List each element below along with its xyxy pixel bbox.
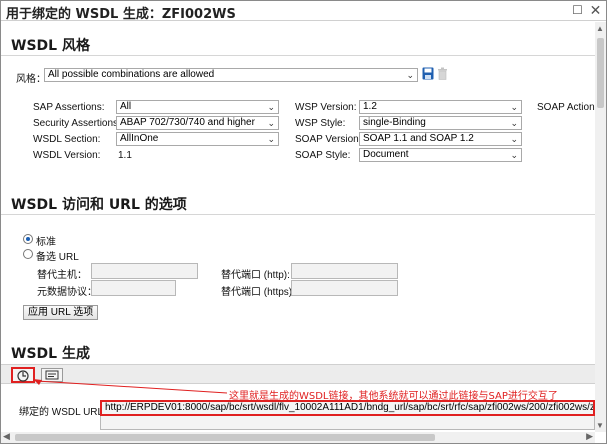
chevron-down-icon: ⌄ xyxy=(510,134,518,144)
style-select[interactable]: All possible combinations are allowed ⌄ xyxy=(44,68,418,82)
wsp-version-value: 1.2 xyxy=(363,101,377,112)
scroll-down-icon[interactable]: ▼ xyxy=(596,421,604,430)
alt-host-label: 替代主机： xyxy=(37,270,87,281)
scroll-up-icon[interactable]: ▲ xyxy=(596,24,604,33)
horizontal-scroll-thumb[interactable] xyxy=(15,434,435,441)
sap-assertions-select[interactable]: All ⌄ xyxy=(116,100,279,114)
wsp-style-label: WSP Style: xyxy=(295,118,346,129)
title-bar: 用于绑定的 WSDL 生成：ZFI002WS ☐ ✕ xyxy=(1,1,606,22)
chevron-down-icon: ⌄ xyxy=(406,70,414,80)
wsp-style-select[interactable]: single-Binding ⌄ xyxy=(359,116,522,130)
soap-action-label: SOAP Action: xyxy=(537,102,595,113)
trash-icon[interactable] xyxy=(437,67,448,80)
vertical-scrollbar[interactable]: ▲ ▼ xyxy=(595,22,606,432)
radio-standard-label: 标准 xyxy=(36,237,56,248)
wsdl-version-value: 1.1 xyxy=(118,150,132,161)
soap-style-value: Document xyxy=(363,149,409,160)
security-assertions-label: Security Assertions: xyxy=(33,118,121,129)
alt-port-http-label: 替代端口 (http): xyxy=(221,270,290,281)
window-title: 用于绑定的 WSDL 生成：ZFI002WS xyxy=(6,7,236,22)
metadata-protocol-label: 元数据协议： xyxy=(37,287,97,298)
wsp-version-label: WSP Version: xyxy=(295,102,357,113)
chevron-down-icon: ⌄ xyxy=(510,150,518,160)
section-divider xyxy=(1,214,595,215)
wsdl-section-select[interactable]: AllInOne ⌄ xyxy=(116,132,279,146)
alt-host-input[interactable] xyxy=(91,263,198,279)
wsdl-url-field-extension xyxy=(100,416,595,430)
close-icon[interactable]: ✕ xyxy=(589,3,602,17)
radio-standard[interactable] xyxy=(23,234,33,244)
alt-port-http-input[interactable] xyxy=(291,263,398,279)
chevron-down-icon: ⌄ xyxy=(510,102,518,112)
chevron-down-icon: ⌄ xyxy=(267,118,275,128)
soap-style-select[interactable]: Document ⌄ xyxy=(359,148,522,162)
section-title-wsdl-generation: WSDL 生成 xyxy=(11,346,90,362)
chevron-down-icon: ⌄ xyxy=(267,102,275,112)
wsdl-generation-window: 用于绑定的 WSDL 生成：ZFI002WS ☐ ✕ WSDL 风格 风格： A… xyxy=(0,0,607,444)
wsp-style-value: single-Binding xyxy=(363,117,426,128)
style-select-value: All possible combinations are allowed xyxy=(48,69,215,80)
style-label: 风格： xyxy=(16,74,46,85)
metadata-protocol-input[interactable] xyxy=(91,280,176,296)
soap-version-select[interactable]: SOAP 1.1 and SOAP 1.2 ⌄ xyxy=(359,132,522,146)
horizontal-scrollbar[interactable]: ◀ ▶ xyxy=(1,431,595,443)
wsdl-section-label: WSDL Section: xyxy=(33,134,101,145)
alt-port-https-input[interactable] xyxy=(291,280,398,296)
wsdl-url-field[interactable]: http://ERPDEV01:8000/sap/bc/srt/wsdl/flv… xyxy=(100,400,595,416)
scroll-right-icon[interactable]: ▶ xyxy=(586,431,593,442)
sap-assertions-label: SAP Assertions: xyxy=(33,102,105,113)
soap-version-label: SOAP Version: xyxy=(295,134,362,145)
maximize-icon[interactable]: ☐ xyxy=(571,4,584,17)
section-title-wsdl-style: WSDL 风格 xyxy=(11,38,90,54)
wsdl-url-label: 绑定的 WSDL URL: xyxy=(19,407,106,418)
wsdl-section-value: AllInOne xyxy=(120,133,159,144)
radio-alternative-url-label: 备选 URL xyxy=(36,252,79,263)
security-assertions-value: ABAP 702/730/740 and higher xyxy=(120,117,255,128)
wsdl-version-label: WSDL Version: xyxy=(33,150,101,161)
chevron-down-icon: ⌄ xyxy=(267,134,275,144)
sap-assertions-value: All xyxy=(120,101,132,112)
scroll-left-icon[interactable]: ◀ xyxy=(3,431,10,442)
save-icon[interactable] xyxy=(422,67,434,80)
section-divider xyxy=(1,55,595,56)
section-title-wsdl-access: WSDL 访问和 URL 的选项 xyxy=(11,197,187,213)
chevron-down-icon: ⌄ xyxy=(510,118,518,128)
security-assertions-select[interactable]: ABAP 702/730/740 and higher ⌄ xyxy=(116,116,279,130)
wsp-version-select[interactable]: 1.2 ⌄ xyxy=(359,100,522,114)
soap-style-label: SOAP Style: xyxy=(295,150,351,161)
radio-alternative-url[interactable] xyxy=(23,249,33,259)
apply-url-options-button[interactable]: 应用 URL 选项 xyxy=(23,305,99,320)
vertical-scroll-thumb[interactable] xyxy=(597,38,604,108)
soap-version-value: SOAP 1.1 and SOAP 1.2 xyxy=(363,133,474,144)
alt-port-https-label: 替代端口 (https): xyxy=(221,287,295,298)
